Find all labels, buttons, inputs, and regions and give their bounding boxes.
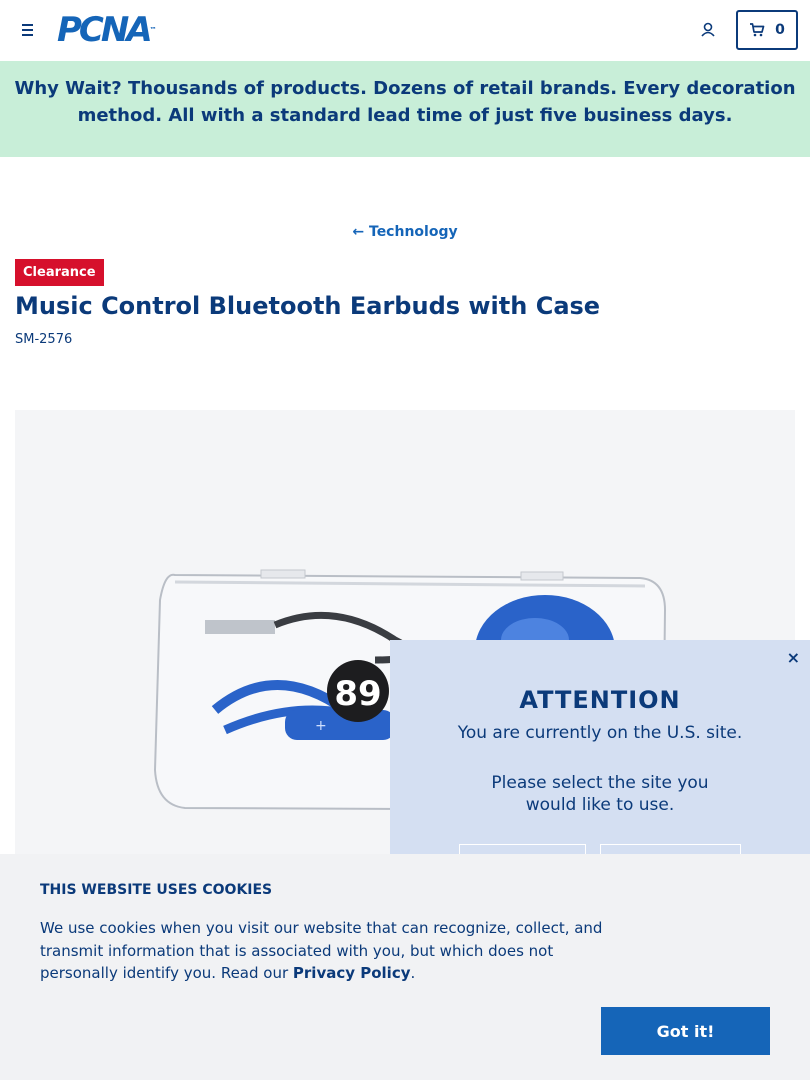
modal-heading: ATTENTION: [519, 686, 681, 714]
modal-current-site-text: You are currently on the U.S. site.: [457, 723, 743, 743]
cart-button[interactable]: 0: [736, 10, 798, 50]
logo-trademark: ™: [149, 26, 157, 34]
logo-text: PCNA: [57, 10, 153, 50]
product-sku: SM-2576: [15, 332, 73, 347]
modal-instruction-text: Please select the site you would like to…: [491, 773, 709, 815]
promo-lead: Why Wait?: [14, 78, 122, 99]
breadcrumb: ← Technology: [0, 224, 810, 240]
product-title: Music Control Bluetooth Earbuds with Cas…: [15, 292, 601, 320]
svg-text:+: +: [315, 718, 327, 734]
image-sticker: 89: [334, 674, 381, 714]
promo-body: Thousands of products. Dozens of retail …: [77, 78, 796, 126]
cookie-banner: THIS WEBSITE USES COOKIES We use cookies…: [0, 854, 810, 1080]
privacy-policy-link[interactable]: Privacy Policy: [293, 964, 411, 982]
cookie-title: THIS WEBSITE USES COOKIES: [40, 882, 273, 898]
hamburger-menu-icon[interactable]: [18, 20, 38, 40]
pcna-logo[interactable]: PCNA™: [57, 13, 157, 47]
site-header: PCNA™ 0: [0, 0, 810, 61]
promo-banner: Why Wait? Thousands of products. Dozens …: [0, 61, 810, 157]
promo-text: Why Wait? Thousands of products. Dozens …: [10, 75, 800, 129]
cart-icon: [750, 23, 765, 37]
breadcrumb-technology-link[interactable]: ← Technology: [352, 224, 457, 240]
site-selection-modal: × ATTENTION You are currently on the U.S…: [390, 640, 810, 864]
clearance-badge: Clearance: [15, 259, 104, 286]
cookie-suffix: .: [410, 964, 416, 982]
breadcrumb-label: Technology: [369, 224, 458, 240]
close-icon[interactable]: ×: [787, 648, 800, 667]
got-it-button[interactable]: Got it!: [601, 1007, 770, 1055]
cart-count: 0: [775, 22, 785, 38]
cookie-text: We use cookies when you visit our websit…: [40, 917, 620, 985]
back-arrow-icon: ←: [352, 224, 365, 240]
account-icon[interactable]: [698, 20, 718, 40]
